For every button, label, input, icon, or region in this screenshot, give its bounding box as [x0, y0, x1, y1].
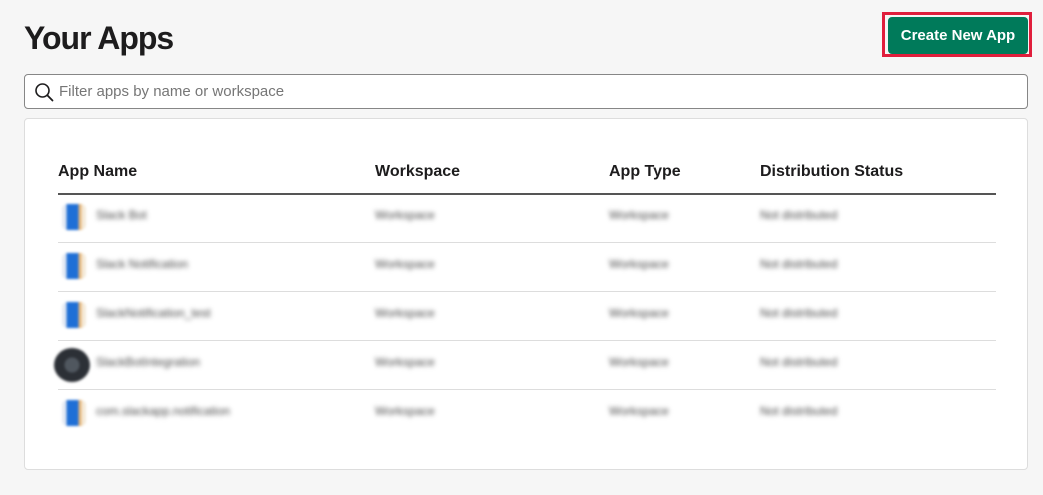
app-type: Workspace [609, 355, 669, 369]
app-workspace: Workspace [375, 257, 435, 271]
search-input[interactable] [57, 75, 1027, 108]
table-row[interactable]: SlackBotIntegration Workspace Workspace … [54, 340, 996, 390]
app-icon [62, 204, 86, 230]
app-workspace: Workspace [375, 404, 435, 418]
column-header-workspace[interactable]: Workspace [375, 163, 460, 181]
app-workspace: Workspace [375, 208, 435, 222]
column-header-app-name[interactable]: App Name [58, 163, 137, 181]
app-name[interactable]: com.slackapp.notification [96, 404, 230, 418]
app-type: Workspace [609, 306, 669, 320]
table-row[interactable]: com.slackapp.notification Workspace Work… [58, 389, 996, 438]
search-box[interactable] [24, 74, 1028, 109]
page: Your Apps Create New App App Name Worksp… [0, 0, 1043, 495]
table-row[interactable]: Slack Notification Workspace Workspace N… [58, 242, 996, 292]
page-title: Your Apps [24, 20, 174, 56]
column-header-distribution-status[interactable]: Distribution Status [760, 163, 903, 181]
app-icon [54, 348, 90, 382]
app-icon [62, 253, 86, 279]
distribution-status: Not distributed [760, 208, 838, 222]
app-icon [62, 400, 86, 426]
app-type: Workspace [609, 257, 669, 271]
table-row[interactable]: Slack Bot Workspace Workspace Not distri… [58, 193, 996, 243]
app-name[interactable]: Slack Notification [96, 257, 188, 271]
app-icon [62, 302, 86, 328]
table-row[interactable]: SlackNotification_test Workspace Workspa… [58, 291, 996, 341]
app-type: Workspace [609, 208, 669, 222]
search-icon [33, 81, 55, 103]
app-name[interactable]: SlackNotification_test [96, 306, 211, 320]
distribution-status: Not distributed [760, 355, 838, 369]
distribution-status: Not distributed [760, 257, 838, 271]
column-header-app-type[interactable]: App Type [609, 163, 681, 181]
app-workspace: Workspace [375, 306, 435, 320]
app-type: Workspace [609, 404, 669, 418]
apps-table-card: App Name Workspace App Type Distribution… [24, 118, 1028, 470]
app-workspace: Workspace [375, 355, 435, 369]
app-name[interactable]: Slack Bot [96, 208, 147, 222]
distribution-status: Not distributed [760, 306, 838, 320]
app-name[interactable]: SlackBotIntegration [96, 355, 200, 369]
distribution-status: Not distributed [760, 404, 838, 418]
create-new-app-button[interactable]: Create New App [888, 17, 1028, 54]
table-header: App Name Workspace App Type Distribution… [58, 161, 996, 195]
